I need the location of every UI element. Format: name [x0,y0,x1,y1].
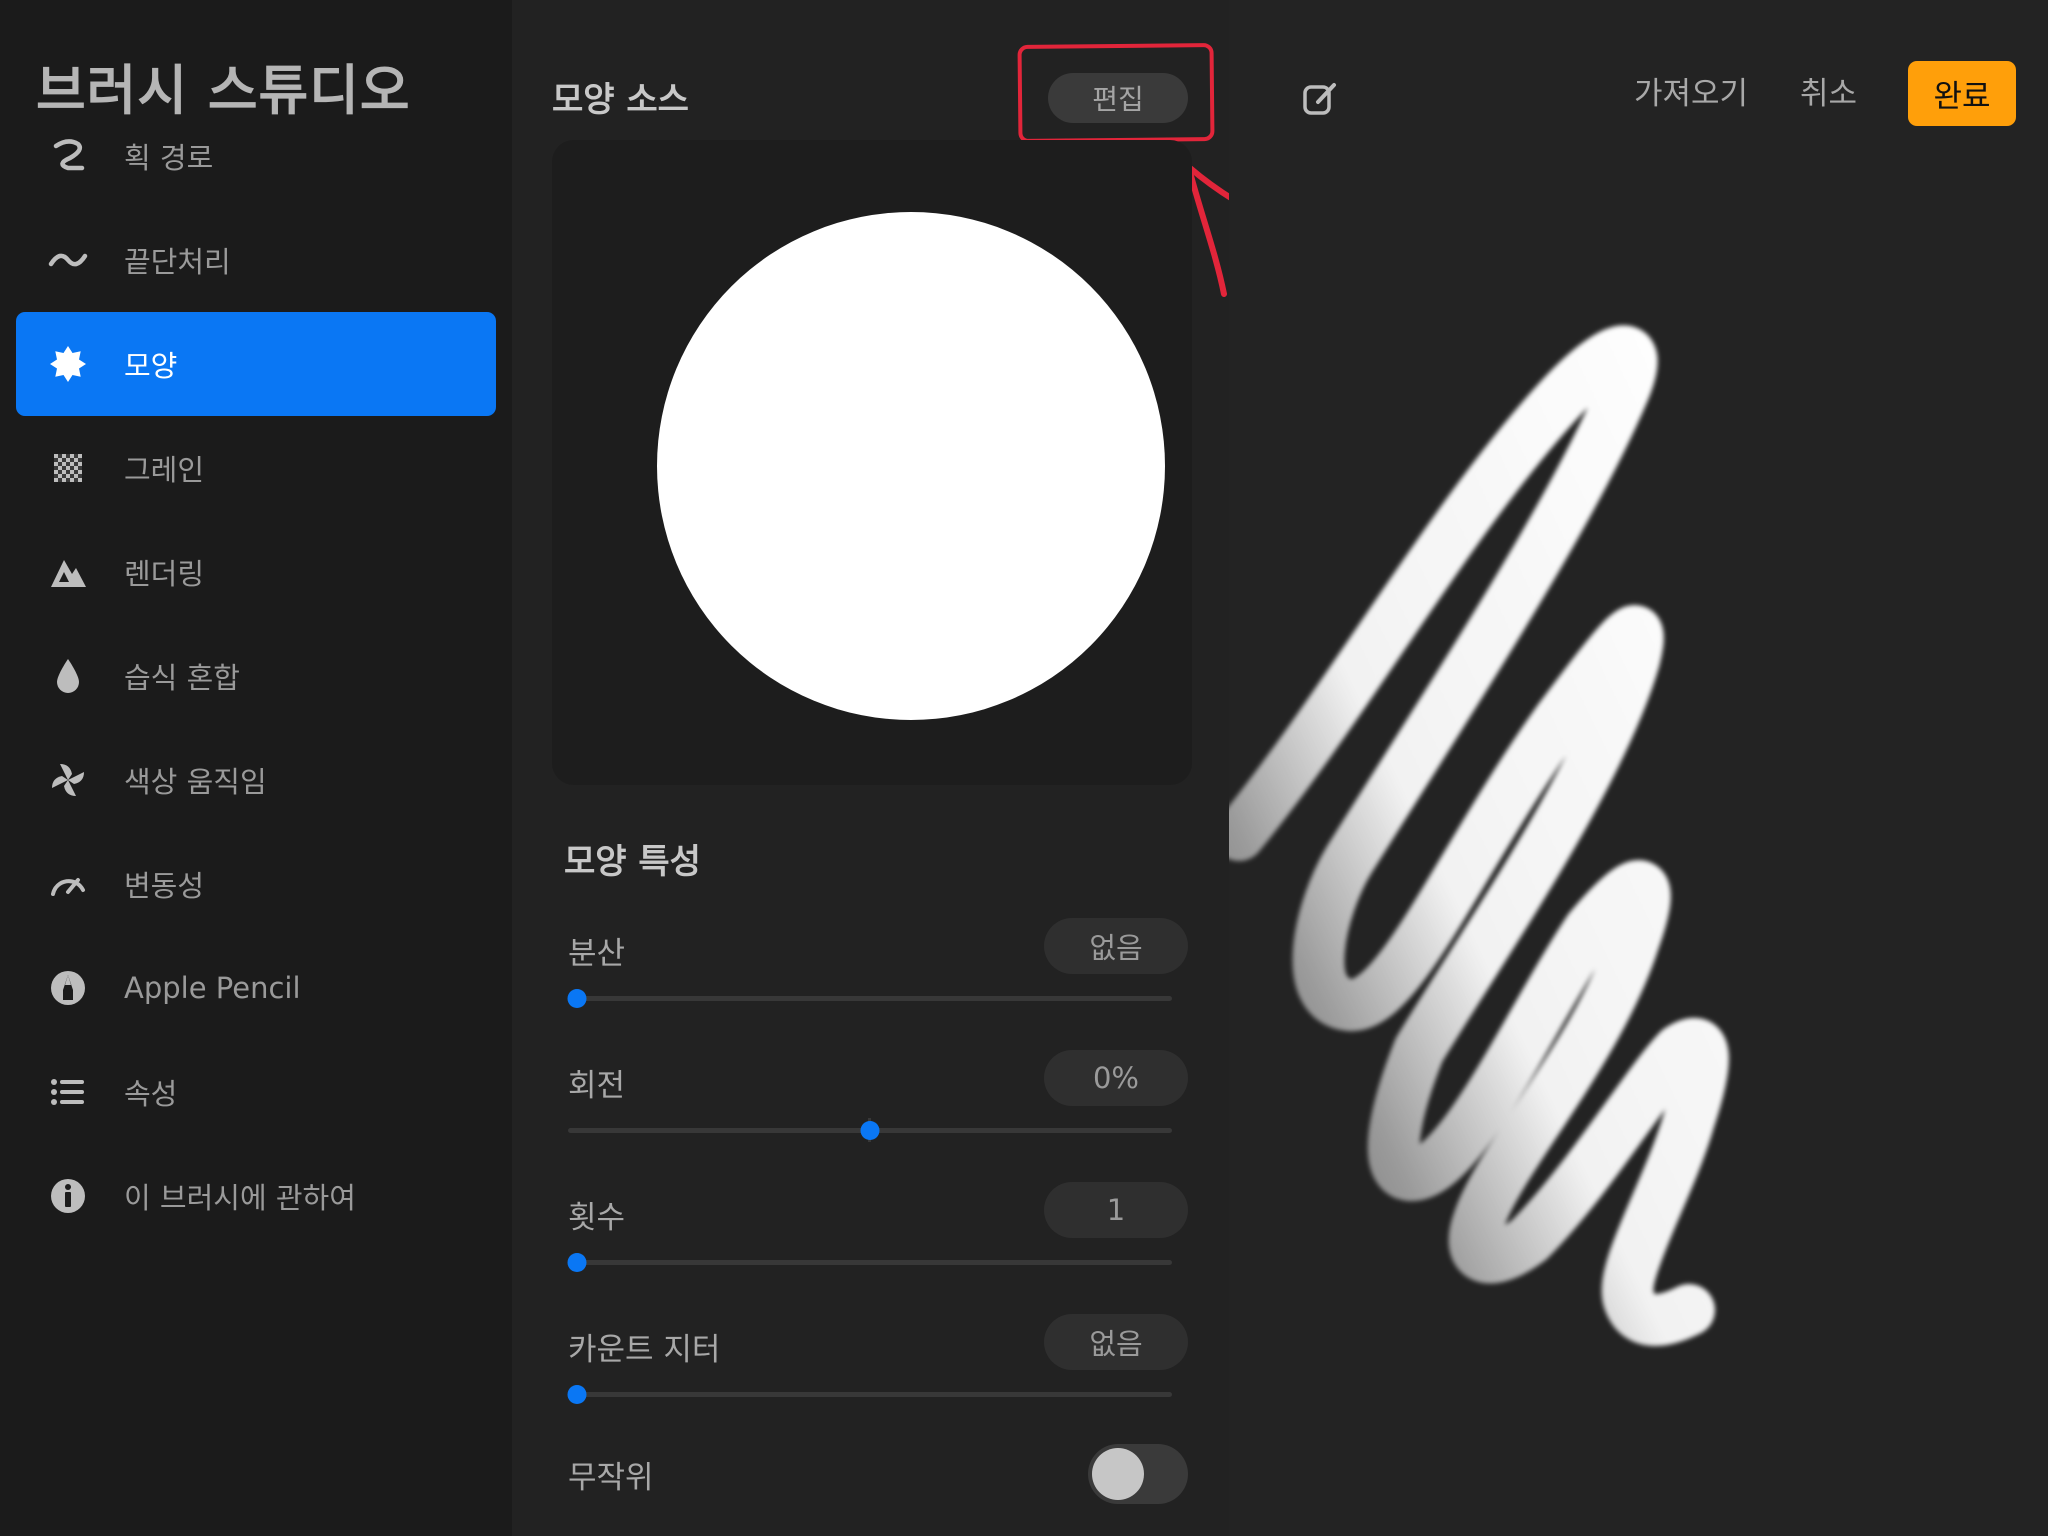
rotation-value[interactable]: 0% [1044,1050,1188,1106]
shape-source-preview[interactable] [552,140,1192,785]
sidebar-item-label: 속성 [124,1077,178,1111]
sidebar-item-label: 그레인 [124,453,205,487]
sidebar-item-about[interactable]: 이 브러시에 관하여 [16,1144,496,1248]
randomized-setting: 무작위 [568,1444,1188,1506]
sidebar-item-dynamics[interactable]: 변동성 [16,832,496,936]
shape-properties-title: 모양 특성 [564,842,701,882]
sidebar-item-label: Apple Pencil [124,971,301,1005]
count-setting: 횟수 1 [567,1182,1188,1302]
settings-panel: 모양 소스 편집 모양 특성 분산 없음 회전 0% 횟수 1 카운트 지터 없… [512,0,1236,1536]
pencil-square-icon[interactable] [1300,78,1340,118]
apple-pencil-icon [48,968,88,1008]
drawing-pad[interactable]: 가져오기 취소 완료 [1229,0,2048,1536]
properties-icon [48,1072,88,1112]
count-jitter-setting: 카운트 지터 없음 [567,1314,1188,1434]
scatter-value[interactable]: 없음 [1044,918,1188,974]
scatter-label: 분산 [568,936,626,972]
shape-circle-preview [657,212,1165,720]
sidebar-item-taper[interactable]: 끝단처리 [16,208,496,312]
randomized-label: 무작위 [568,1460,654,1496]
info-icon [48,1176,88,1216]
shape-source-title: 모양 소스 [552,80,689,120]
randomized-toggle-knob [1092,1448,1144,1500]
sidebar-item-properties[interactable]: 속성 [16,1040,496,1144]
sidebar-item-label: 변동성 [124,869,205,903]
randomized-toggle[interactable] [1088,1444,1188,1504]
sidebar-item-shape[interactable]: 모양 [16,312,496,416]
scatter-slider[interactable] [568,996,1172,1001]
sidebar-nav: 획 경로 끝단처리 모양 그레인 렌더링 습식 혼합 색상 움직임 변동성 Ap… [16,104,496,1248]
sidebar-item-wet-mix[interactable]: 습식 혼합 [16,624,496,728]
cancel-button[interactable]: 취소 [1800,68,1857,113]
sidebar-item-grain[interactable]: 그레인 [16,416,496,520]
rendering-icon [48,552,88,592]
scatter-slider-knob[interactable] [567,989,587,1008]
brush-studio-app: 브러시 스튜디오 획 경로 끝단처리 모양 그레인 렌더링 습식 혼합 색상 움… [0,0,2048,1536]
sidebar-item-label: 획 경로 [124,141,214,175]
sidebar-item-label: 이 브러시에 관하여 [124,1181,356,1215]
sidebar-item-apple-pencil[interactable]: Apple Pencil [16,936,496,1040]
scatter-setting: 분산 없음 [567,918,1188,1038]
annotation-highlight-box [1017,42,1215,144]
grain-icon [48,448,88,488]
rotation-label: 회전 [568,1068,626,1104]
drawing-pad-toolbar: 가져오기 취소 완료 [1229,0,2048,130]
sidebar-item-label: 렌더링 [124,557,205,591]
stroke-path-icon [48,136,88,176]
shape-icon [48,344,88,384]
count-jitter-value[interactable]: 없음 [1044,1314,1188,1370]
sidebar-item-label: 모양 [124,349,178,383]
taper-icon [48,240,88,280]
count-slider-knob[interactable] [567,1253,587,1272]
count-label: 횟수 [568,1200,626,1236]
rotation-slider-knob[interactable] [860,1121,880,1140]
count-slider[interactable] [568,1260,1172,1265]
sidebar-item-color-dynamics[interactable]: 색상 움직임 [16,728,496,832]
sidebar-item-label: 끝단처리 [124,245,231,279]
sidebar-item-label: 습식 혼합 [124,661,240,695]
done-button[interactable]: 완료 [1908,61,2016,126]
sidebar-item-label: 색상 움직임 [124,765,267,799]
brush-stroke-preview [1229,325,1729,1346]
sidebar: 브러시 스튜디오 획 경로 끝단처리 모양 그레인 렌더링 습식 혼합 색상 움… [0,0,512,1536]
count-value[interactable]: 1 [1044,1182,1188,1238]
color-dynamics-icon [48,760,88,800]
count-jitter-label: 카운트 지터 [568,1332,721,1368]
rotation-setting: 회전 0% [568,1050,1188,1170]
sidebar-item-stroke-path[interactable]: 획 경로 [16,104,496,208]
sidebar-item-rendering[interactable]: 렌더링 [16,520,496,624]
dynamics-icon [48,864,88,904]
import-button[interactable]: 가져오기 [1634,68,1748,113]
wet-mix-icon [48,656,88,696]
count-jitter-slider-knob[interactable] [567,1385,587,1404]
count-jitter-slider[interactable] [568,1392,1172,1397]
